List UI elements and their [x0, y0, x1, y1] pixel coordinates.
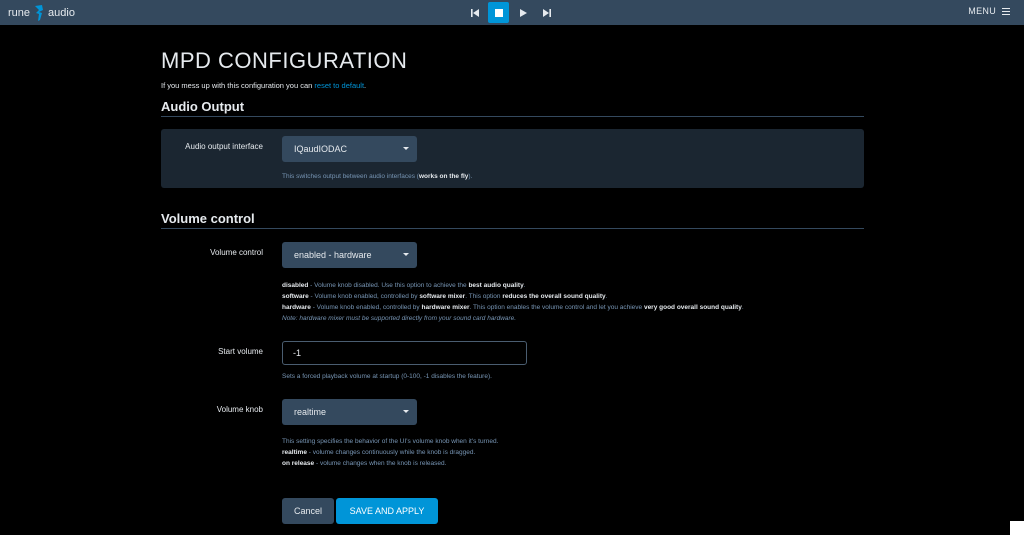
volume-knob-select[interactable]: realtime: [282, 399, 417, 425]
audio-output-panel: [161, 129, 864, 188]
next-button[interactable]: [536, 2, 557, 23]
caret-down-icon: [403, 253, 409, 256]
play-button[interactable]: [512, 2, 533, 23]
help-line-knob-intro: This setting specifies the behavior of t…: [282, 438, 499, 445]
volume-knob-selected: realtime: [294, 407, 327, 417]
play-icon: [519, 8, 527, 17]
volume-knob-label: Volume knob: [216, 405, 263, 414]
help-line-software: software - Volume knob enabled, controll…: [282, 293, 608, 300]
save-and-apply-button[interactable]: SAVE AND APPLY: [336, 498, 438, 524]
section-title-audio-output: Audio Output: [161, 99, 245, 114]
previous-button[interactable]: [464, 2, 485, 23]
start-volume-help: Sets a forced playback volume at startup…: [282, 373, 492, 380]
audio-output-selected: IQaudIODAC: [294, 144, 348, 154]
caret-down-icon: [403, 147, 409, 150]
help-line-realtime: realtime - volume changes continuously w…: [282, 449, 476, 456]
volume-control-label: Volume control: [210, 248, 263, 257]
volume-knob-help: This setting specifies the behavior of t…: [282, 436, 498, 469]
next-icon: [542, 8, 551, 17]
rune-logo-icon: [35, 5, 44, 21]
volume-control-help: disabled - Volume knob disabled. Use thi…: [282, 280, 744, 324]
volume-control-selected: enabled - hardware: [294, 250, 372, 260]
help-line-on-release: on release - volume changes when the kno…: [282, 460, 447, 467]
menu-button[interactable]: MENU: [968, 6, 1010, 16]
cancel-button[interactable]: Cancel: [282, 498, 334, 524]
help-line-hardware: hardware - Volume knob enabled, controll…: [282, 304, 744, 311]
help-line-note: Note: hardware mixer must be supported d…: [282, 315, 517, 322]
section-divider: [161, 116, 864, 117]
logo[interactable]: rune audio: [8, 4, 75, 22]
audio-output-help: This switches output between audio inter…: [282, 173, 473, 180]
start-volume-input[interactable]: -1: [282, 341, 527, 365]
audio-output-label: Audio output interface: [185, 142, 263, 151]
audio-output-select[interactable]: IQaudIODAC: [282, 136, 417, 162]
logo-text-audio: audio: [48, 7, 75, 19]
corner-widget: [1010, 521, 1024, 535]
page-title: MPD CONFIGURATION: [161, 48, 408, 73]
section-title-volume-control: Volume control: [161, 211, 255, 226]
caret-down-icon: [403, 410, 409, 413]
intro-text: If you mess up with this configuration y…: [161, 81, 367, 90]
help-line-disabled: disabled - Volume knob disabled. Use thi…: [282, 282, 526, 289]
stop-button[interactable]: [488, 2, 509, 23]
section-divider: [161, 228, 864, 229]
reset-to-default-link[interactable]: reset to default: [314, 81, 364, 90]
menu-label: MENU: [968, 6, 996, 16]
logo-text-rune: rune: [8, 7, 31, 19]
top-bar: rune audio MENU: [0, 0, 1024, 25]
previous-icon: [470, 8, 479, 17]
hamburger-icon: [1002, 7, 1010, 15]
volume-control-select[interactable]: enabled - hardware: [282, 242, 417, 268]
transport-controls: [464, 2, 557, 23]
start-volume-label: Start volume: [218, 347, 263, 356]
stop-icon: [494, 8, 503, 17]
